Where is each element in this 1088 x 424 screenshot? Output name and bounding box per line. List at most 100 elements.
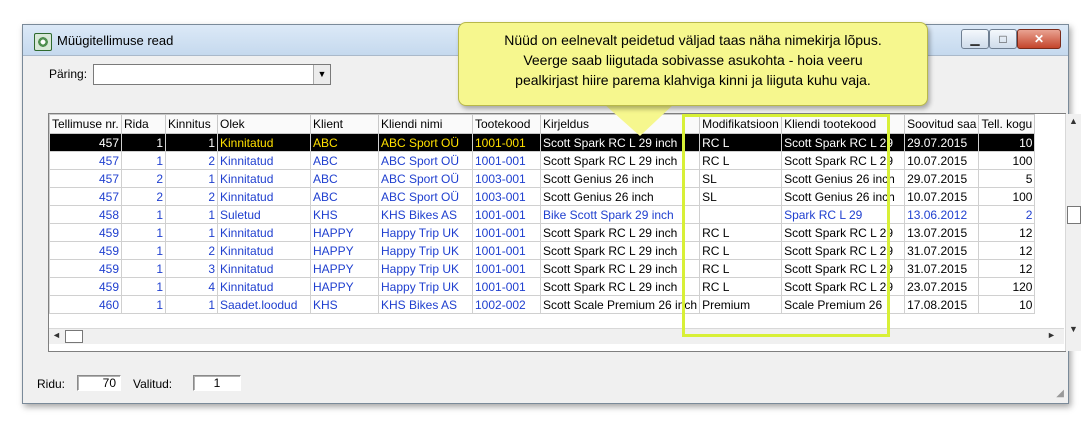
table-cell: 1 xyxy=(121,205,166,224)
column-header[interactable]: Kinnitus xyxy=(165,114,218,134)
column-header[interactable]: Rida xyxy=(121,114,166,134)
table-cell: Scott Spark RC L 29 inch xyxy=(539,241,701,260)
table-cell: 459 xyxy=(49,277,122,296)
table-cell: 1 xyxy=(165,205,218,224)
table-cell: SL xyxy=(699,169,783,188)
table-cell: KHS Bikes AS xyxy=(378,295,473,314)
table-cell: 1002-002 xyxy=(472,295,541,314)
table-cell: 3 xyxy=(165,259,218,278)
vertical-scrollbar[interactable]: ▲ ▼ xyxy=(1065,114,1081,351)
table-cell: 2 xyxy=(165,151,218,170)
table-cell: RC L xyxy=(699,241,783,260)
table-cell: 457 xyxy=(49,187,122,206)
table-cell: Premium xyxy=(699,295,783,314)
scroll-left-icon[interactable]: ◄ xyxy=(52,330,61,340)
callout-tail xyxy=(604,104,674,136)
scroll-down-icon[interactable]: ▼ xyxy=(1069,324,1078,334)
table-cell: 10 xyxy=(978,133,1036,152)
table-cell: Bike Scott Spark 29 inch xyxy=(539,205,701,224)
table-row[interactable]: 459 1 2 Kinnitatud HAPPY Happy Trip UK 1001-00… xyxy=(49,241,1036,260)
table-cell: 1 xyxy=(121,277,166,296)
table-cell: 1001-001 xyxy=(472,223,541,242)
table-cell: KHS xyxy=(310,205,379,224)
table-cell: 1001-001 xyxy=(472,241,541,260)
table-cell: RC L xyxy=(699,259,783,278)
horizontal-scrollbar[interactable]: ◄ ► xyxy=(49,328,1064,344)
table-cell: Scott Spark RC L 29 inch xyxy=(539,151,701,170)
table-row[interactable]: 458 1 1 Suletud KHS KHS Bikes AS 1001-001 Bike … xyxy=(49,205,1036,224)
table-row[interactable]: 457 1 1 Kinnitatud ABC ABC Sport OÜ 1001-001 Sc… xyxy=(49,133,1036,152)
table-row[interactable]: 459 1 1 Kinnitatud HAPPY Happy Trip UK 1001-00… xyxy=(49,223,1036,242)
query-select[interactable]: ▼ xyxy=(93,64,331,85)
table-cell: Scale Premium 26 xyxy=(781,295,906,314)
table-cell: 29.07.2015 xyxy=(904,169,980,188)
table-row[interactable]: 460 1 1 Saadet.loodud KHS KHS Bikes AS 1002-00… xyxy=(49,295,1036,314)
scroll-right-icon[interactable]: ► xyxy=(1047,330,1056,340)
table-cell: 459 xyxy=(49,241,122,260)
table-cell: 1001-001 xyxy=(472,133,541,152)
column-header[interactable]: Klient xyxy=(310,114,379,134)
column-header[interactable]: Olek xyxy=(217,114,311,134)
close-button[interactable]: ✕ xyxy=(1017,29,1061,49)
table-cell: Kinnitatud xyxy=(217,223,311,242)
table-cell: 457 xyxy=(49,151,122,170)
table-cell: 1001-001 xyxy=(472,151,541,170)
table-row[interactable]: 457 1 2 Kinnitatud ABC ABC Sport OÜ 1001-001 Sc… xyxy=(49,151,1036,170)
table-cell: 1001-001 xyxy=(472,277,541,296)
vertical-scroll-thumb[interactable] xyxy=(1067,206,1081,224)
table-cell: 12 xyxy=(978,241,1036,260)
column-header[interactable]: Tootekood xyxy=(472,114,541,134)
table-cell: SL xyxy=(699,187,783,206)
table-cell: HAPPY xyxy=(310,241,379,260)
table-cell: 459 xyxy=(49,223,122,242)
callout-line-3: pealkirjast hiire parema klahviga kinni … xyxy=(515,72,871,88)
table-cell: 1 xyxy=(121,223,166,242)
table-row[interactable]: 457 2 1 Kinnitatud ABC ABC Sport OÜ 1003-001 Sc… xyxy=(49,169,1036,188)
table-cell: 1003-001 xyxy=(472,187,541,206)
column-header[interactable]: Kliendi tootekood xyxy=(781,114,906,134)
table-cell: 100 xyxy=(978,151,1036,170)
table-cell: Happy Trip UK xyxy=(378,277,473,296)
order-lines-grid: Tellimuse nr. Rida Kinnitus Olek Klient Klien… xyxy=(48,113,1081,352)
maximize-button[interactable]: □ xyxy=(989,29,1017,49)
table-cell: Kinnitatud xyxy=(217,187,311,206)
chevron-down-icon[interactable]: ▼ xyxy=(313,65,330,84)
column-header[interactable]: Soovitud saa xyxy=(904,114,980,134)
table-cell: HAPPY xyxy=(310,259,379,278)
column-header[interactable]: Kliendi nimi xyxy=(378,114,473,134)
rows-label: Ridu: xyxy=(37,377,66,391)
table-cell: ABC xyxy=(310,133,379,152)
table-row[interactable]: 457 2 2 Kinnitatud ABC ABC Sport OÜ 1003-001 Sc… xyxy=(49,187,1036,206)
window-title: Müügitellimuse read xyxy=(57,33,174,48)
table-row[interactable]: 459 1 4 Kinnitatud HAPPY Happy Trip UK 1001-00… xyxy=(49,277,1036,296)
table-cell: HAPPY xyxy=(310,223,379,242)
horizontal-scroll-thumb[interactable] xyxy=(65,330,83,343)
table-cell: Kinnitatud xyxy=(217,241,311,260)
table-cell: 10 xyxy=(978,295,1036,314)
table-cell: 13.06.2012 xyxy=(904,205,980,224)
table-cell: 1001-001 xyxy=(472,205,541,224)
table-cell: 460 xyxy=(49,295,122,314)
table-cell: 2 xyxy=(121,169,166,188)
table-row[interactable]: 459 1 3 Kinnitatud HAPPY Happy Trip UK 1001-00… xyxy=(49,259,1036,278)
table-cell: 1 xyxy=(121,151,166,170)
table-cell: RC L xyxy=(699,277,783,296)
column-header[interactable]: Modifikatsioon xyxy=(699,114,783,134)
table-cell: Kinnitatud xyxy=(217,277,311,296)
order-lines-table: Tellimuse nr. Rida Kinnitus Olek Klient Klien… xyxy=(49,114,1036,314)
scroll-up-icon[interactable]: ▲ xyxy=(1069,116,1078,126)
column-header[interactable]: Tell. kogu xyxy=(978,114,1036,134)
table-cell: Happy Trip UK xyxy=(378,223,473,242)
table-cell: ABC Sport OÜ xyxy=(378,187,473,206)
minimize-button[interactable]: ▁ xyxy=(961,29,989,49)
table-cell: Kinnitatud xyxy=(217,259,311,278)
table-cell: Suletud xyxy=(217,205,311,224)
query-label: Päring: xyxy=(49,67,88,81)
table-cell: 10.07.2015 xyxy=(904,187,980,206)
table-cell: Scott Spark RC L 29 xyxy=(781,241,906,260)
table-cell: 17.08.2015 xyxy=(904,295,980,314)
resize-grip-icon[interactable]: ◢ xyxy=(1056,388,1064,399)
table-cell: 1 xyxy=(121,241,166,260)
table-cell: 4 xyxy=(165,277,218,296)
column-header[interactable]: Tellimuse nr. xyxy=(49,114,122,134)
